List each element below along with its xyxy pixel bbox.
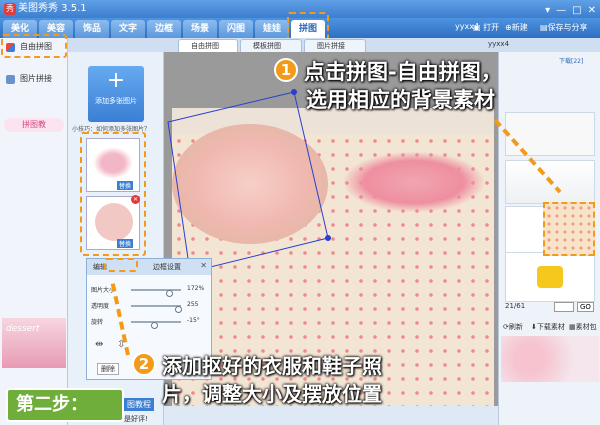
arrow-step2 (110, 279, 130, 356)
step1-line1: 点击拼图-自由拼图， (304, 60, 502, 84)
rating-note: 是好评! (124, 415, 148, 423)
step2-line1: 添加抠好的衣服和鞋子照 (162, 354, 382, 378)
step1-line2: 选用相应的背景素材 (306, 88, 495, 112)
tutorial-button[interactable]: 图教程 (124, 398, 154, 411)
arrow-step1 (493, 118, 562, 194)
step-badge: 第二步： (6, 388, 124, 422)
step2-number-badge: 2 (132, 352, 156, 376)
app-window: 秀 美图秀秀 3.5.1 ▾ — □ ✕ 美化 美容 饰品 文字 边框 场景 闪… (0, 0, 600, 425)
step1-number-badge: 1 (274, 58, 298, 82)
step2-line2: 片，调整大小及摆放位置 (162, 382, 382, 406)
